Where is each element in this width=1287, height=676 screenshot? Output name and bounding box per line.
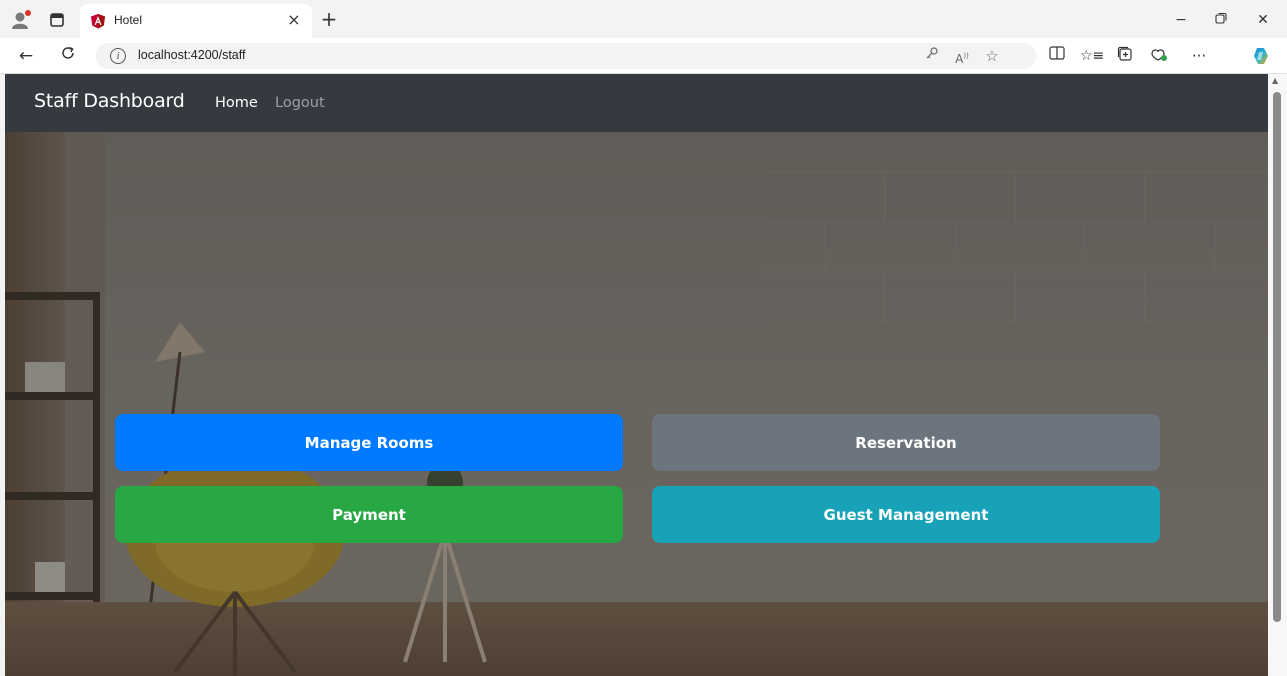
plus-icon[interactable]: +	[318, 8, 340, 30]
guest-management-button[interactable]: Guest Management	[652, 486, 1160, 543]
info-icon[interactable]: i	[110, 48, 126, 64]
reservation-button[interactable]: Reservation	[652, 414, 1160, 471]
star-icon[interactable]: ☆	[982, 46, 1002, 66]
top-navbar: Staff Dashboard Home Logout	[5, 74, 1268, 132]
browser-address-bar: ← i localhost:4200/staff A)) ☆ ☆≡ ···	[0, 38, 1287, 74]
back-arrow-icon[interactable]: ←	[14, 45, 38, 67]
read-aloud-icon[interactable]: A))	[952, 46, 972, 66]
url-text[interactable]: localhost:4200/staff	[138, 48, 245, 62]
profile-icon[interactable]	[10, 9, 32, 31]
window-close-icon[interactable]: ✕	[1252, 9, 1274, 31]
close-icon[interactable]: ×	[284, 10, 304, 30]
restore-icon[interactable]	[1210, 9, 1232, 31]
url-field[interactable]: i localhost:4200/staff A)) ☆	[96, 43, 1036, 69]
browser-tab-bar: Hotel × + − ✕	[0, 0, 1287, 38]
tab-title: Hotel	[114, 13, 143, 27]
nav-link-home[interactable]: Home	[215, 95, 258, 111]
workspaces-icon[interactable]	[46, 9, 68, 31]
browser-tab[interactable]: Hotel ×	[80, 4, 312, 38]
page-scrollbar[interactable]: ▲	[1268, 74, 1287, 676]
copilot-icon[interactable]	[1250, 46, 1272, 66]
split-screen-icon[interactable]	[1046, 46, 1068, 66]
payment-button[interactable]: Payment	[115, 486, 623, 543]
refresh-icon[interactable]	[56, 45, 80, 67]
favorites-list-icon[interactable]: ☆≡	[1080, 46, 1104, 66]
scroll-thumb[interactable]	[1273, 92, 1281, 622]
minimize-icon[interactable]: −	[1170, 9, 1192, 31]
scroll-up-arrow-icon[interactable]: ▲	[1272, 76, 1278, 85]
collections-icon[interactable]	[1114, 46, 1136, 66]
more-icon[interactable]: ···	[1188, 46, 1210, 66]
angular-logo-icon	[90, 13, 106, 29]
performance-icon[interactable]	[1148, 46, 1170, 66]
page-viewport: Staff Dashboard Home Logout Manage Rooms…	[5, 74, 1268, 676]
navbar-brand[interactable]: Staff Dashboard	[34, 90, 185, 112]
manage-rooms-button[interactable]: Manage Rooms	[115, 414, 623, 471]
background-overlay	[5, 132, 1268, 676]
nav-link-logout[interactable]: Logout	[275, 95, 325, 111]
key-icon[interactable]	[922, 46, 942, 66]
